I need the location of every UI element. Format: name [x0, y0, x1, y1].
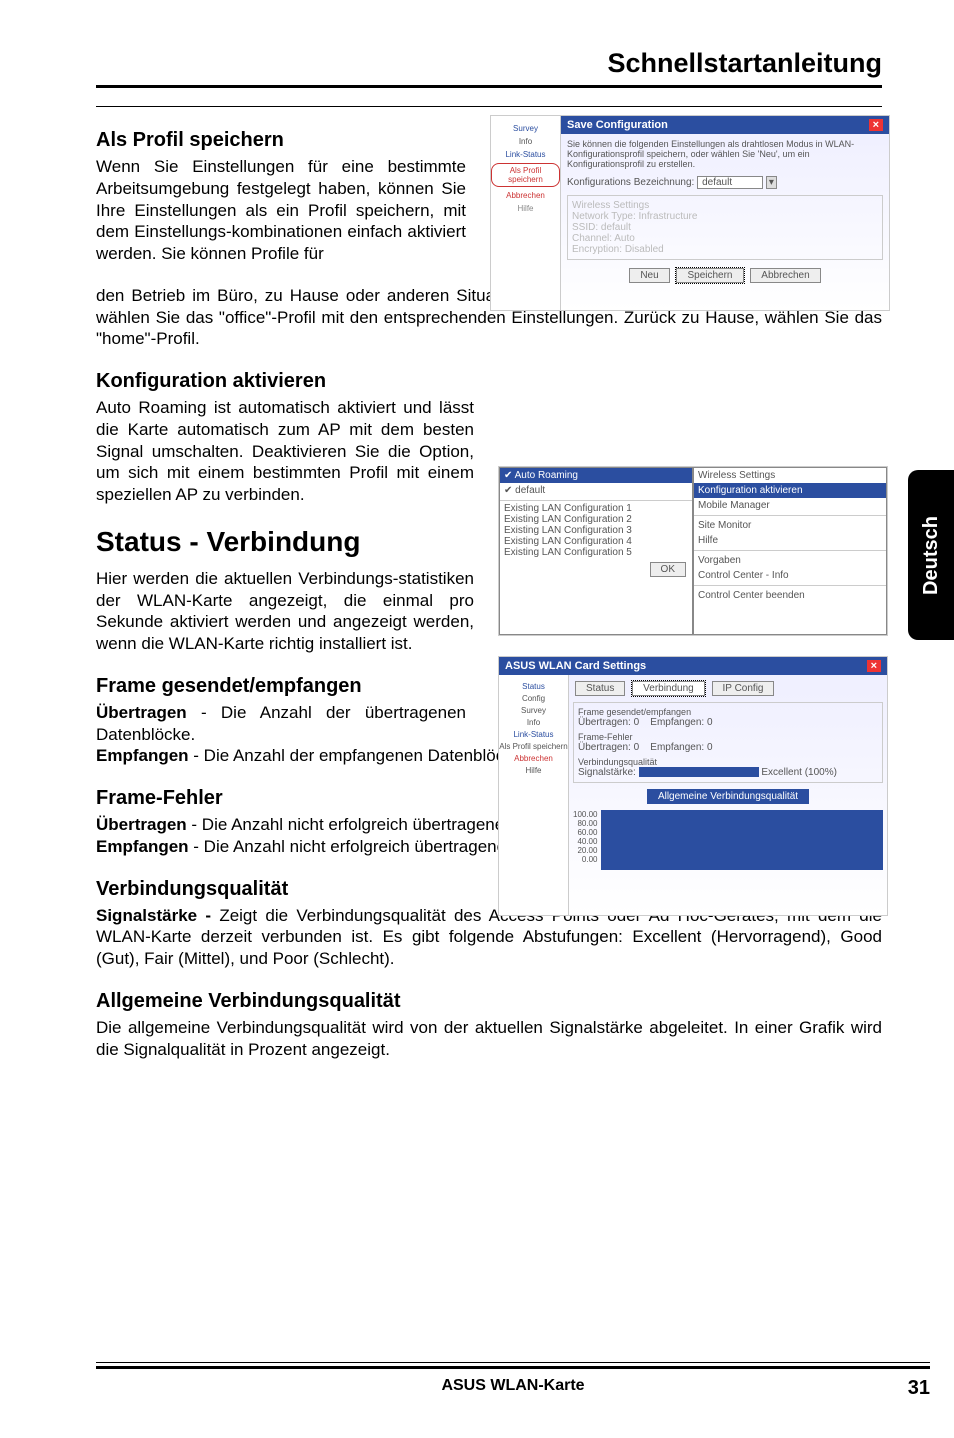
paragraph: Auto Roaming ist automatisch aktiviert u…: [96, 397, 474, 506]
tab-connection[interactable]: Verbindung: [632, 681, 705, 696]
row-value: Auto: [614, 233, 635, 244]
row-value: 0: [707, 742, 713, 753]
menu-title: Wireless Settings: [698, 470, 775, 481]
save-button[interactable]: Speichern: [676, 268, 743, 283]
group-label: Wireless Settings: [572, 200, 878, 211]
row-value: default: [601, 222, 631, 233]
label-received: Empfangen: [96, 837, 189, 856]
menu-item[interactable]: Existing LAN Configuration 2: [504, 514, 688, 525]
group-label: Verbindungsqualität: [578, 757, 878, 767]
menu-item[interactable]: Existing LAN Configuration 1: [504, 503, 688, 514]
paragraph: Die allgemeine Verbindungsqualität wird …: [96, 1017, 882, 1061]
cancel-button[interactable]: Abbrechen: [750, 268, 820, 283]
axis-label: 100.00: [573, 810, 597, 819]
menu-item[interactable]: Vorgaben: [694, 553, 886, 568]
progress-bar: [639, 767, 759, 777]
menu-item[interactable]: Mobile Manager: [694, 498, 886, 513]
menu-item[interactable]: Control Center beenden: [694, 588, 886, 603]
menu-item[interactable]: Konfiguration aktivieren: [694, 483, 886, 498]
heading-activate-config: Konfiguration aktivieren: [96, 370, 882, 393]
label-signal-strength: Signalstärke -: [96, 906, 211, 925]
heading-overall-quality: Allgemeine Verbindungsqualität: [96, 990, 882, 1013]
page-title: Schnellstartanleitung: [96, 48, 882, 79]
paragraph: Hier werden die aktuellen Verbindungs-st…: [96, 568, 474, 655]
menu-item[interactable]: default: [515, 485, 545, 496]
sidebar-icon[interactable]: Survey: [491, 124, 560, 133]
sidebar-icon[interactable]: Abbrechen: [499, 754, 568, 763]
dialog-description: Sie können die folgenden Einstellungen a…: [567, 140, 883, 170]
tab-ipconfig[interactable]: IP Config: [712, 681, 775, 696]
axis-label: 80.00: [573, 819, 597, 828]
label-received: Empfangen: [96, 746, 189, 765]
row-value: Disabled: [625, 244, 664, 255]
divider: [96, 1362, 930, 1363]
close-icon[interactable]: ×: [869, 119, 883, 131]
divider: [96, 106, 882, 107]
paragraph: Übertragen - Die Anzahl der übertragenen…: [96, 702, 466, 746]
row-label: Empfangen:: [650, 717, 704, 728]
tab-status[interactable]: Status: [575, 681, 625, 696]
figure-status-window: ASUS WLAN Card Settings × Status Config …: [498, 656, 888, 916]
sidebar-icon[interactable]: Info: [491, 137, 560, 146]
sidebar-icon[interactable]: Config: [499, 694, 568, 703]
menu-item[interactable]: Site Monitor: [694, 518, 886, 533]
row-value: 0: [634, 717, 640, 728]
row-label: Channel:: [572, 233, 612, 244]
divider: [96, 85, 882, 88]
sidebar-icon[interactable]: Abbrechen: [491, 191, 560, 200]
sidebar-icon[interactable]: Survey: [499, 706, 568, 715]
text: - Die Anzahl der empfangenen Datenblöcke…: [189, 746, 527, 765]
sidebar-icon[interactable]: Info: [499, 718, 568, 727]
paragraph: Wenn Sie Einstellungen für eine bestimmt…: [96, 156, 466, 265]
row-label: Signalstärke:: [578, 767, 636, 778]
row-value: 0: [707, 717, 713, 728]
sidebar-icon[interactable]: Link-Status: [491, 150, 560, 159]
row-label: Empfangen:: [650, 742, 704, 753]
sidebar-icon[interactable]: Als Profil speichern: [491, 163, 560, 187]
divider: [96, 1366, 930, 1369]
group-label: Frame gesendet/empfangen: [578, 707, 878, 717]
row-label: Network Type:: [572, 211, 636, 222]
dialog-title: ASUS WLAN Card Settings: [505, 660, 646, 672]
language-label: Deutsch: [920, 516, 943, 595]
config-name-input[interactable]: default: [697, 176, 763, 189]
language-tab: Deutsch: [908, 470, 954, 640]
menu-item[interactable]: Auto Roaming: [515, 470, 578, 481]
row-value: Excellent (100%): [761, 767, 837, 778]
field-label: Konfigurations Bezeichnung:: [567, 177, 694, 188]
menu-item[interactable]: Existing LAN Configuration 3: [504, 525, 688, 536]
label-transmitted: Übertragen: [96, 703, 187, 722]
row-label: SSID:: [572, 222, 598, 233]
footer-product: ASUS WLAN-Karte: [96, 1377, 930, 1395]
menu-item[interactable]: Hilfe: [694, 533, 886, 548]
figure-context-menu: ✔ Auto Roaming ✔ default Existing LAN Co…: [498, 466, 888, 636]
sidebar-icon[interactable]: Hilfe: [499, 766, 568, 775]
row-label: Übertragen:: [578, 742, 631, 753]
dialog-title: Save Configuration: [567, 119, 668, 131]
row-label: Übertragen:: [578, 717, 631, 728]
axis-label: 0.00: [573, 855, 597, 864]
sidebar-icon[interactable]: Link-Status: [499, 730, 568, 739]
chart-area: [601, 810, 883, 870]
axis-label: 20.00: [573, 846, 597, 855]
sidebar-icon[interactable]: Als Profil speichern: [499, 742, 568, 751]
row-label: Encryption:: [572, 244, 622, 255]
row-value: 0: [634, 742, 640, 753]
axis-label: 60.00: [573, 828, 597, 837]
close-icon[interactable]: ×: [867, 660, 881, 672]
sidebar-icon[interactable]: Hilfe: [491, 204, 560, 213]
overall-quality-button[interactable]: Allgemeine Verbindungsqualität: [647, 789, 809, 804]
menu-item[interactable]: Existing LAN Configuration 4: [504, 536, 688, 547]
chevron-down-icon[interactable]: ▾: [766, 176, 777, 189]
new-button[interactable]: Neu: [629, 268, 669, 283]
sidebar-icon[interactable]: Status: [499, 682, 568, 691]
axis-label: 40.00: [573, 837, 597, 846]
group-label: Frame-Fehler: [578, 732, 878, 742]
row-value: Infrastructure: [639, 211, 698, 222]
menu-item[interactable]: Existing LAN Configuration 5: [504, 547, 688, 558]
menu-item[interactable]: Control Center - Info: [694, 568, 886, 583]
label-transmitted: Übertragen: [96, 815, 187, 834]
ok-button[interactable]: OK: [650, 562, 686, 577]
figure-save-configuration: Survey Info Link-Status Als Profil speic…: [490, 115, 890, 311]
